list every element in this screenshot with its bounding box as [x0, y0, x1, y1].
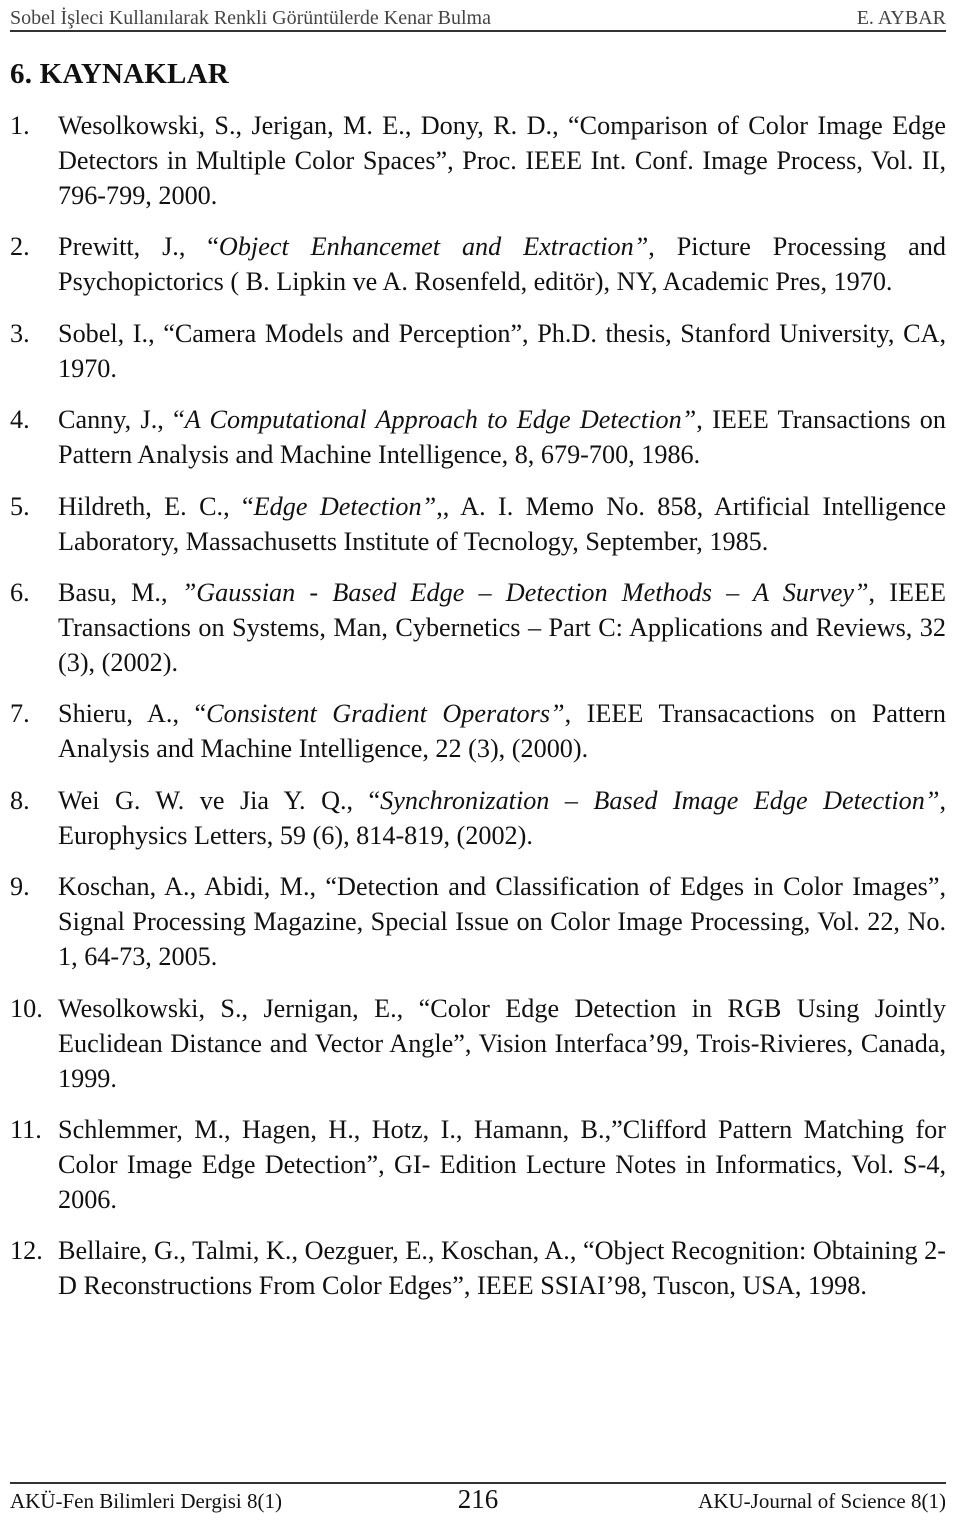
- reference-title: Synchronization – Based Image Edge Detec…: [380, 785, 940, 815]
- reference-text: Hildreth, E. C., “: [58, 491, 254, 521]
- reference-number: 8.: [10, 785, 30, 815]
- reference-number: 5.: [10, 491, 30, 521]
- reference-text: Canny, J., “: [58, 405, 185, 435]
- page-number: 216: [457, 1484, 499, 1514]
- reference-item: 1. Wesolkowski, S., Jerigan, M. E., Dony,…: [10, 108, 946, 213]
- reference-text: Wei G. W. ve Jia Y. Q., “: [58, 785, 381, 815]
- reference-text: Koschan, A., Abidi, M., “Detection and C…: [58, 872, 946, 972]
- reference-list: 1. Wesolkowski, S., Jerigan, M. E., Dony,…: [10, 108, 946, 1320]
- reference-item: 3. Sobel, I., “Camera Models and Percepti…: [10, 316, 946, 386]
- reference-title: Object Enhancemet and Extraction”: [218, 232, 649, 262]
- reference-number: 3.: [10, 318, 30, 348]
- reference-item: 9. Koschan, A., Abidi, M., “Detection and…: [10, 869, 946, 974]
- reference-text: Schlemmer, M., Hagen, H., Hotz, I., Hama…: [58, 1114, 946, 1214]
- reference-text: Wesolkowski, S., Jernigan, E., “Color Ed…: [58, 993, 946, 1093]
- reference-item: 12. Bellaire, G., Talmi, K., Oezguer, E.,…: [10, 1233, 946, 1303]
- reference-text: Shieru, A., “: [58, 699, 207, 729]
- reference-number: 9.: [10, 872, 30, 902]
- running-head-author: E. AYBAR: [856, 7, 946, 29]
- reference-item: 4. Canny, J., “A Computational Approach t…: [10, 402, 946, 472]
- reference-number: 12.: [10, 1236, 43, 1266]
- reference-item: 8. Wei G. W. ve Jia Y. Q., “Synchronizati…: [10, 783, 946, 853]
- reference-number: 10.: [10, 993, 43, 1023]
- reference-item: 10. Wesolkowski, S., Jernigan, E., “Color…: [10, 991, 946, 1096]
- page-footer: AKÜ-Fen Bilimleri Dergisi 8(1) 216 AKU-J…: [10, 1482, 946, 1516]
- reference-number: 1.: [10, 111, 30, 140]
- reference-title: ”Gaussian - Based Edge – Detection Metho…: [181, 577, 869, 607]
- reference-item: 5. Hildreth, E. C., “Edge Detection”,, A.…: [10, 489, 946, 559]
- reference-number: 6.: [10, 577, 30, 607]
- reference-text: Prewitt, J., “: [58, 232, 219, 262]
- reference-number: 11.: [10, 1114, 42, 1144]
- section-title: 6. KAYNAKLAR: [10, 58, 229, 90]
- reference-item: 11. Schlemmer, M., Hagen, H., Hotz, I., H…: [10, 1112, 946, 1217]
- running-head-title: Sobel İşleci Kullanılarak Renkli Görüntü…: [10, 7, 491, 29]
- reference-text: Basu, M.,: [58, 577, 182, 607]
- reference-text: Sobel, I., “Camera Models and Perception…: [58, 318, 946, 383]
- reference-item: 6. Basu, M., ”Gaussian - Based Edge – Det…: [10, 575, 946, 680]
- reference-title: Edge Detection”: [253, 491, 437, 521]
- reference-title: A Computational Approach to Edge Detecti…: [184, 405, 697, 435]
- reference-item: 7. Shieru, A., “Consistent Gradient Opera…: [10, 696, 946, 766]
- reference-number: 7.: [10, 699, 30, 729]
- reference-title: Consistent Gradient Operators”: [206, 699, 565, 729]
- reference-text: Bellaire, G., Talmi, K., Oezguer, E., Ko…: [58, 1236, 946, 1301]
- running-head: Sobel İşleci Kullanılarak Renkli Görüntü…: [10, 2, 946, 32]
- reference-item: 2. Prewitt, J., “Object Enhancemet and Ex…: [10, 229, 946, 299]
- reference-number: 4.: [10, 405, 30, 435]
- reference-text: Wesolkowski, S., Jerigan, M. E., Dony, R…: [58, 111, 946, 210]
- reference-number: 2.: [10, 232, 30, 262]
